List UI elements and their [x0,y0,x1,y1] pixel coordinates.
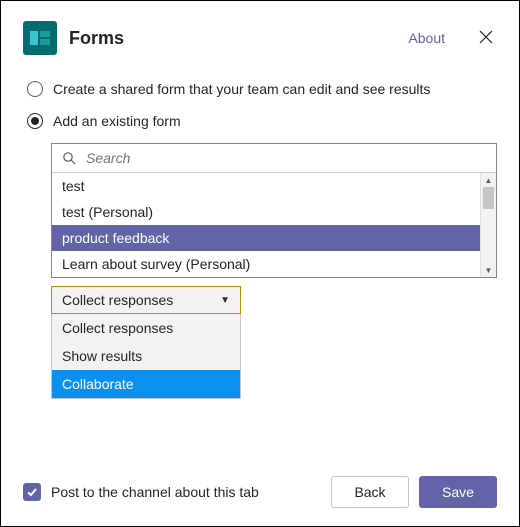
list-item[interactable]: test [52,173,480,199]
scroll-up-icon[interactable]: ▲ [481,173,496,187]
about-link[interactable]: About [408,30,445,46]
list-item[interactable]: product feedback [52,225,480,251]
header: Forms About [23,21,497,55]
action-select: Collect responses ▼ Collect responses Sh… [51,286,241,399]
option-create-label: Create a shared form that your team can … [53,81,430,97]
radio-create[interactable] [27,81,43,97]
scrollbar[interactable]: ▲ ▼ [480,173,496,277]
select-option[interactable]: Collaborate [52,370,240,398]
save-button[interactable]: Save [419,476,497,508]
action-select-value: Collect responses [62,292,173,308]
search-icon [62,151,76,165]
back-button[interactable]: Back [331,476,409,508]
action-select-options: Collect responses Show results Collabora… [51,314,241,399]
option-create-shared[interactable]: Create a shared form that your team can … [27,81,497,97]
select-option[interactable]: Show results [52,342,240,370]
option-add-label: Add an existing form [53,113,181,129]
dialog-window: Forms About Create a shared form that yo… [0,0,520,527]
search-combobox: test test (Personal) product feedback Le… [51,143,497,278]
search-results-list: test test (Personal) product feedback Le… [52,173,480,277]
scroll-thumb[interactable] [483,187,494,209]
select-option[interactable]: Collect responses [52,314,240,342]
scroll-down-icon[interactable]: ▼ [481,263,496,277]
list-item[interactable]: test (Personal) [52,199,480,225]
radio-dot-icon [31,117,39,125]
add-form-body: test test (Personal) product feedback Le… [51,143,497,399]
radio-add[interactable] [27,113,43,129]
search-input-row [52,144,496,173]
post-checkbox[interactable] [23,483,41,501]
action-select-head[interactable]: Collect responses ▼ [51,286,241,314]
check-icon [26,486,38,498]
option-add-existing[interactable]: Add an existing form [27,113,497,129]
footer: Post to the channel about this tab Back … [23,476,497,508]
post-label: Post to the channel about this tab [51,484,321,500]
app-title: Forms [69,28,396,49]
chevron-down-icon: ▼ [220,295,230,306]
search-results: test test (Personal) product feedback Le… [52,173,496,277]
forms-app-icon [23,21,57,55]
close-button[interactable] [475,26,497,51]
search-input[interactable] [84,149,486,167]
close-icon [479,30,493,44]
list-item[interactable]: Learn about survey (Personal) [52,251,480,277]
